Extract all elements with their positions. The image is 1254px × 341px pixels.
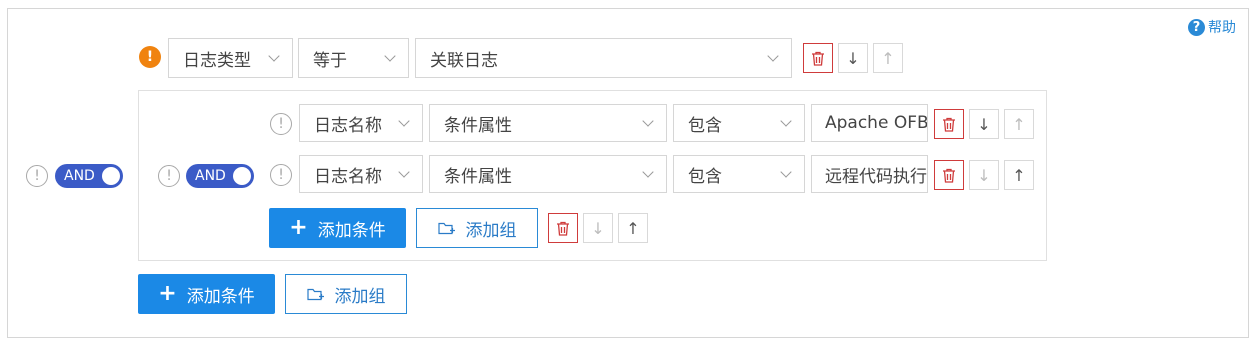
add-group-label: 添加组 — [465, 220, 517, 241]
chevron-down-icon — [780, 115, 792, 127]
add-condition-label: 添加条件 — [186, 286, 255, 307]
add-group-button[interactable]: 添加组 — [285, 274, 407, 314]
trash-icon — [812, 51, 824, 66]
trash-icon — [943, 117, 955, 132]
outer-info-icon: ! — [26, 165, 48, 187]
operator-select-value: 包含 — [688, 115, 722, 136]
arrow-down-icon: ↓ — [591, 218, 605, 238]
add-group-label: 添加组 — [334, 286, 386, 307]
toggle-knob — [233, 167, 251, 185]
folder-add-icon — [306, 287, 325, 301]
attribute-select[interactable]: 条件属性 — [429, 155, 667, 193]
operator-select[interactable]: 等于 — [298, 38, 409, 78]
move-group-down-button[interactable]: ↓ — [583, 213, 613, 243]
arrow-up-icon: ↑ — [881, 48, 895, 68]
arrow-down-icon: ↓ — [977, 114, 991, 134]
move-up-button[interactable]: ↑ — [873, 43, 903, 73]
question-icon: ? — [1188, 18, 1205, 36]
chevron-down-icon — [780, 166, 792, 178]
move-down-button[interactable]: ↓ — [969, 109, 999, 139]
arrow-up-icon: ↑ — [1012, 165, 1026, 185]
help-label: 帮助 — [1208, 20, 1236, 36]
field-select-value: 日志类型 — [183, 50, 251, 71]
chevron-down-icon — [398, 166, 410, 178]
attribute-select[interactable]: 条件属性 — [429, 104, 667, 142]
delete-button[interactable] — [934, 109, 964, 139]
chevron-down-icon — [642, 166, 654, 178]
field-select[interactable]: 日志名称 — [299, 155, 423, 193]
arrow-down-icon: ↓ — [977, 165, 991, 185]
move-up-button[interactable]: ↑ — [1004, 160, 1034, 190]
value-input-text: 远程代码执行 — [825, 166, 927, 187]
value-input-text: Apache OFBiz — [825, 113, 928, 133]
row-info-icon: ! — [270, 113, 292, 135]
outer-toggle-label: AND — [64, 168, 95, 184]
row-info-icon: ! — [270, 164, 292, 186]
value-select[interactable]: 关联日志 — [415, 38, 792, 78]
arrow-down-icon: ↓ — [846, 48, 860, 68]
trash-icon — [557, 221, 569, 236]
add-condition-button[interactable]: + 添加条件 — [269, 208, 406, 248]
add-condition-label: 添加条件 — [317, 220, 386, 241]
operator-select[interactable]: 包含 — [673, 155, 805, 193]
add-group-button[interactable]: 添加组 — [416, 208, 538, 248]
warning-icon: ! — [139, 46, 161, 68]
outer-and-toggle[interactable]: AND — [55, 164, 123, 188]
attribute-select-value: 条件属性 — [444, 115, 512, 136]
chevron-down-icon — [268, 50, 280, 62]
field-select[interactable]: 日志名称 — [299, 104, 423, 142]
help-link[interactable]: ? 帮助 — [1188, 17, 1236, 37]
chevron-down-icon — [384, 50, 396, 62]
move-up-button[interactable]: ↑ — [1004, 109, 1034, 139]
plus-icon: + — [158, 281, 177, 306]
field-select[interactable]: 日志类型 — [168, 38, 293, 78]
attribute-select-value: 条件属性 — [444, 166, 512, 187]
delete-group-button[interactable] — [548, 213, 578, 243]
inner-and-toggle[interactable]: AND — [186, 164, 254, 188]
field-select-value: 日志名称 — [314, 166, 382, 187]
value-select-value: 关联日志 — [430, 50, 498, 71]
move-group-up-button[interactable]: ↑ — [618, 213, 648, 243]
move-down-button[interactable]: ↓ — [969, 160, 999, 190]
field-select-value: 日志名称 — [314, 115, 382, 136]
toggle-knob — [102, 167, 120, 185]
value-input[interactable]: 远程代码执行 — [811, 155, 928, 193]
inner-toggle-label: AND — [195, 168, 226, 184]
operator-select-value: 等于 — [313, 50, 347, 71]
arrow-up-icon: ↑ — [626, 218, 640, 238]
folder-add-icon — [437, 221, 456, 235]
move-down-button[interactable]: ↓ — [838, 43, 868, 73]
arrow-up-icon: ↑ — [1012, 114, 1026, 134]
delete-button[interactable] — [934, 160, 964, 190]
group-info-icon: ! — [158, 165, 180, 187]
trash-icon — [943, 168, 955, 183]
delete-button[interactable] — [803, 43, 833, 73]
plus-icon: + — [289, 215, 308, 240]
chevron-down-icon — [398, 115, 410, 127]
chevron-down-icon — [642, 115, 654, 127]
operator-select[interactable]: 包含 — [673, 104, 805, 142]
chevron-down-icon — [767, 50, 779, 62]
operator-select-value: 包含 — [688, 166, 722, 187]
add-condition-button[interactable]: + 添加条件 — [138, 274, 275, 314]
value-input[interactable]: Apache OFBiz — [811, 104, 928, 142]
